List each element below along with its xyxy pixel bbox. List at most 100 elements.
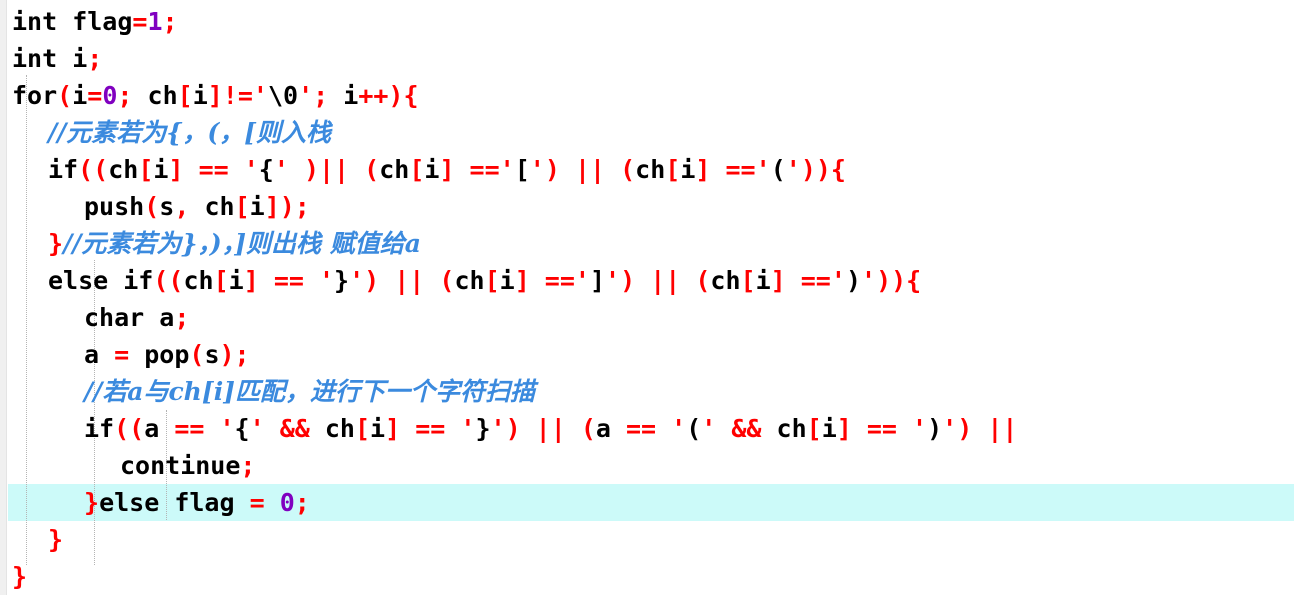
punctuation-token: ] == — [514, 266, 575, 295]
punctuation-token: ' — [460, 414, 476, 443]
code-token: i — [72, 81, 88, 110]
punctuation-token: ; — [87, 44, 103, 73]
punctuation-token: ' — [243, 155, 259, 184]
punctuation-token: ) || ( — [620, 266, 711, 295]
code-line[interactable]: //若a与ch[i]匹配，进行下一个字符扫描 — [8, 373, 535, 410]
comment-token: //元素若为}，)，]则出栈 赋值给a — [63, 229, 421, 258]
code-token: i — [821, 414, 837, 443]
punctuation-token: [ — [806, 414, 822, 443]
code-line[interactable]: else if((ch[i] == '}') || (ch[i] ==']') … — [8, 262, 921, 299]
code-token: pop — [144, 340, 190, 369]
code-token: a — [595, 414, 626, 443]
punctuation-token: } — [48, 229, 64, 258]
code-token: ch — [147, 81, 178, 110]
punctuation-token: ' — [574, 266, 590, 295]
code-area[interactable]: int flag=1; int i; for(i=0; ch[i]!='\0'; i… — [8, 0, 1294, 595]
punctuation-token: ) || ( — [505, 414, 596, 443]
punctuation-token: ' — [605, 266, 621, 295]
code-line[interactable]: if((ch[i] == '{' )|| (ch[i] =='[') || (c… — [8, 151, 846, 188]
punctuation-token: ' — [755, 155, 771, 184]
punctuation-token: ' — [785, 155, 801, 184]
punctuation-token: ); — [219, 340, 250, 369]
editor-left-margin — [0, 0, 7, 595]
code-line[interactable]: int flag=1; — [8, 3, 178, 40]
code-token: ) — [927, 414, 943, 443]
code-token: for — [12, 81, 58, 110]
punctuation-token: ] — [385, 414, 416, 443]
code-line[interactable]: char a; — [8, 299, 189, 336]
code-token: ) — [845, 266, 861, 295]
code-line[interactable]: a = pop(s); — [8, 336, 250, 373]
punctuation-token: [ — [484, 266, 500, 295]
code-token: i — [424, 155, 440, 184]
code-line[interactable]: }else flag = 0; — [8, 484, 310, 521]
code-token: i — [755, 266, 771, 295]
punctuation-token: )){ — [876, 266, 922, 295]
punctuation-token: == — [415, 414, 461, 443]
punctuation-token: == — [625, 414, 672, 443]
code-line[interactable]: for(i=0; ch[i]!='\0'; i++){ — [8, 77, 419, 114]
punctuation-token: [ — [138, 155, 154, 184]
code-editor[interactable]: int flag=1; int i; for(i=0; ch[i]!='\0'; i… — [0, 0, 1294, 595]
code-line[interactable]: int i; — [8, 40, 102, 77]
punctuation-token: == — [273, 266, 319, 295]
punctuation-token: ' — [249, 414, 280, 443]
code-token: ch — [710, 266, 741, 295]
code-line[interactable]: push(s, ch[i]); — [8, 188, 310, 225]
punctuation-token: [ — [213, 266, 229, 295]
code-token: ( — [686, 414, 702, 443]
punctuation-token: ; — [240, 451, 256, 480]
code-line[interactable]: }//元素若为}，)，]则出栈 赋值给a — [8, 225, 421, 262]
code-token: i — [680, 155, 696, 184]
code-token: ch — [635, 155, 666, 184]
punctuation-token: ] — [836, 414, 867, 443]
punctuation-token: ' — [349, 266, 365, 295]
code-token: { — [258, 155, 274, 184]
punctuation-token: ] — [168, 155, 199, 184]
punctuation-token: ( — [144, 192, 160, 221]
punctuation-token: [ — [354, 414, 371, 443]
code-line[interactable]: if((a == '{' && ch[i] == '}') || (a == '… — [8, 410, 1017, 447]
punctuation-token: = — [114, 340, 145, 369]
code-token: \0 — [267, 81, 299, 110]
punctuation-token: ++){ — [358, 81, 419, 110]
punctuation-token: ; — [313, 81, 344, 110]
number-token: 1 — [147, 7, 163, 36]
punctuation-token: ' — [861, 266, 877, 295]
punctuation-token: ] == — [439, 155, 500, 184]
code-token: i — [249, 192, 265, 221]
code-token: i — [153, 155, 169, 184]
code-line[interactable]: } — [8, 521, 63, 558]
punctuation-token: [ — [234, 192, 250, 221]
punctuation-token: ' — [499, 155, 515, 184]
code-line[interactable]: } — [8, 558, 27, 595]
punctuation-token: ) || — [957, 414, 1018, 443]
code-token: int i — [12, 44, 88, 73]
punctuation-token: ( — [57, 81, 73, 110]
punctuation-token: ; — [117, 81, 148, 110]
code-token: } — [475, 414, 491, 443]
punctuation-token: ' — [529, 155, 545, 184]
punctuation-token: [ — [409, 155, 425, 184]
code-token: ch — [454, 266, 485, 295]
punctuation-token: == — [866, 414, 913, 443]
code-token: ch — [108, 155, 139, 184]
code-token: s — [159, 192, 175, 221]
punctuation-token: ' — [671, 414, 687, 443]
code-token: i — [499, 266, 515, 295]
punctuation-token: ) || ( — [544, 155, 636, 184]
code-token: i — [370, 414, 386, 443]
code-token: a — [84, 340, 115, 369]
punctuation-token: ' — [298, 81, 314, 110]
code-line[interactable]: //元素若为{，(，[则入栈 — [8, 114, 331, 151]
code-token: ch — [776, 414, 807, 443]
code-token: ] — [589, 266, 606, 295]
punctuation-token: ' — [219, 414, 235, 443]
punctuation-token: ' — [912, 414, 928, 443]
punctuation-token: == — [198, 155, 244, 184]
punctuation-token: ] == — [770, 266, 831, 295]
code-token: } — [334, 266, 350, 295]
code-token: else if — [48, 266, 154, 295]
code-line[interactable]: continue; — [8, 447, 255, 484]
punctuation-token: } — [12, 562, 28, 591]
